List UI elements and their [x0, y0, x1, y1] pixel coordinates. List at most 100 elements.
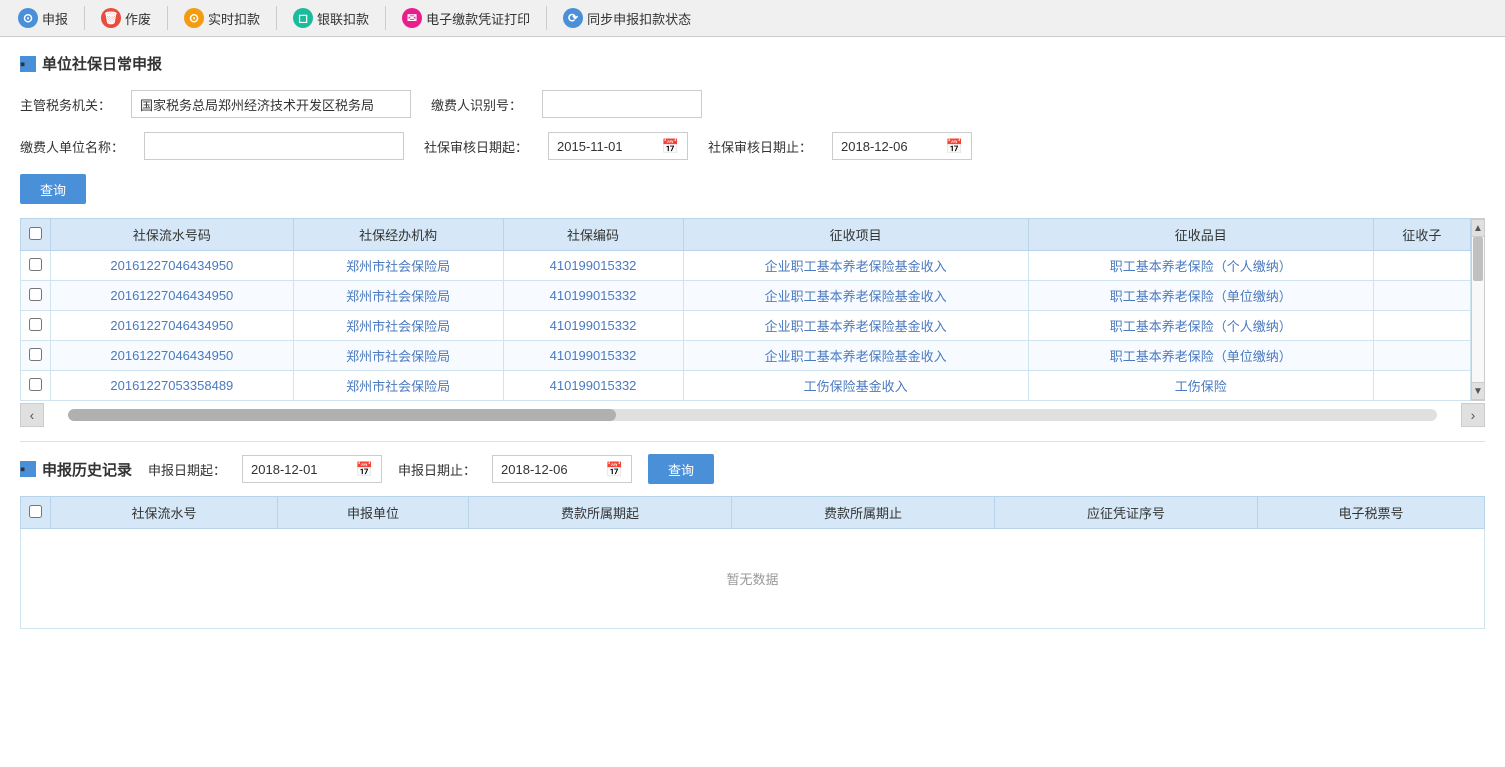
- v-scroll-thumb: [1473, 237, 1483, 281]
- toolbar-realtime[interactable]: ⊙ 实时扣款: [174, 4, 270, 32]
- row-levysub: [1373, 251, 1470, 281]
- row-levysub: [1373, 371, 1470, 401]
- taxpayer-name-label: 缴费人单位名称：: [20, 137, 124, 156]
- row-agency: 郑州市社会保险局: [293, 341, 503, 371]
- v-scroll-down-btn[interactable]: ▼: [1471, 382, 1485, 400]
- row-code: 410199015332: [503, 251, 683, 281]
- s2-select-all[interactable]: [29, 505, 42, 518]
- section1-title-icon: ▪: [20, 56, 36, 72]
- row-cb[interactable]: [21, 281, 51, 311]
- section1-v-scrollbar[interactable]: ▲ ▼: [1471, 218, 1485, 401]
- row-levycat: 工伤保险: [1028, 371, 1373, 401]
- row-levycat: 职工基本养老保险（单位缴纳）: [1028, 341, 1373, 371]
- divider-4: [385, 6, 386, 30]
- toolbar-apply[interactable]: ⊙ 申报: [8, 4, 78, 32]
- divider-3: [276, 6, 277, 30]
- form-row-2: 缴费人单位名称： 社保审核日期起： 2015-11-01 📅 社保审核日期止： …: [20, 132, 1485, 160]
- s2-col-period-from: 费款所属期起: [469, 497, 732, 529]
- taxpayer-id-input[interactable]: [542, 90, 702, 118]
- toolbar-realtime-label: 实时扣款: [208, 9, 260, 28]
- union-icon: ◻: [293, 8, 313, 28]
- toolbar-sync-label: 同步申报扣款状态: [587, 9, 691, 28]
- toolbar-discard-label: 作废: [125, 9, 151, 28]
- section2-header: ▪ 申报历史记录 申报日期起： 2018-12-01 📅 申报日期止： 2018…: [20, 454, 1485, 484]
- select-all-checkbox[interactable]: [29, 227, 42, 240]
- row-code: 410199015332: [503, 341, 683, 371]
- row-levycat: 职工基本养老保险（个人缴纳）: [1028, 251, 1373, 281]
- date-to-picker[interactable]: 2018-12-06 📅: [832, 132, 972, 160]
- col-header-flowno: 社保流水号码: [51, 219, 294, 251]
- s2-col-period-to: 费款所属期止: [732, 497, 995, 529]
- section1-table: 社保流水号码 社保经办机构 社保编码 征收项目 征收品目 征收子 2016122…: [20, 218, 1471, 401]
- row-code: 410199015332: [503, 281, 683, 311]
- s2-date-to-value: 2018-12-06: [501, 462, 568, 477]
- row-cb[interactable]: [21, 311, 51, 341]
- col-header-cb: [21, 219, 51, 251]
- row-levysub: [1373, 311, 1470, 341]
- row-agency: 郑州市社会保险局: [293, 281, 503, 311]
- s2-date-to-picker[interactable]: 2018-12-06 📅: [492, 455, 632, 483]
- table-row: 20161227046434950 郑州市社会保险局 410199015332 …: [21, 311, 1471, 341]
- col-header-levysub: 征收子: [1373, 219, 1470, 251]
- h-scrollbar[interactable]: [68, 409, 1437, 421]
- row-levyitem: 企业职工基本养老保险基金收入: [683, 341, 1028, 371]
- section2-title-icon: ▪: [20, 461, 36, 477]
- date-from-value: 2015-11-01: [557, 139, 623, 154]
- table-row: 20161227046434950 郑州市社会保险局 410199015332 …: [21, 341, 1471, 371]
- eprint-icon: ✉: [402, 8, 422, 28]
- row-code: 410199015332: [503, 371, 683, 401]
- section1-table-wrapper: 社保流水号码 社保经办机构 社保编码 征收项目 征收品目 征收子 2016122…: [20, 218, 1485, 401]
- row-levycat: 职工基本养老保险（个人缴纳）: [1028, 311, 1373, 341]
- section1-table-header: 社保流水号码 社保经办机构 社保编码 征收项目 征收品目 征收子: [21, 219, 1471, 251]
- table-row: 20161227046434950 郑州市社会保险局 410199015332 …: [21, 251, 1471, 281]
- table-row: 20161227053358489 郑州市社会保险局 410199015332 …: [21, 371, 1471, 401]
- section1-query-button[interactable]: 查询: [20, 174, 86, 204]
- col-header-code: 社保编码: [503, 219, 683, 251]
- tax-office-input[interactable]: [131, 90, 411, 118]
- toolbar-union[interactable]: ◻ 银联扣款: [283, 4, 379, 32]
- s2-date-from-icon: 📅: [356, 461, 373, 478]
- s2-date-from-value: 2018-12-01: [251, 462, 318, 477]
- toolbar-eprint[interactable]: ✉ 电子缴款凭证打印: [392, 4, 540, 32]
- row-cb[interactable]: [21, 371, 51, 401]
- row-cb[interactable]: [21, 251, 51, 281]
- separator: [20, 441, 1485, 442]
- divider-5: [546, 6, 547, 30]
- discard-icon: 🗑: [101, 8, 121, 28]
- s2-date-to-label: 申报日期止：: [398, 460, 476, 479]
- toolbar-eprint-label: 电子缴款凭证打印: [426, 9, 530, 28]
- toolbar-discard[interactable]: 🗑 作废: [91, 4, 161, 32]
- row-code: 410199015332: [503, 311, 683, 341]
- s2-col-eticket: 电子税票号: [1257, 497, 1484, 529]
- row-flowno: 20161227046434950: [51, 251, 294, 281]
- apply-icon: ⊙: [18, 8, 38, 28]
- row-flowno: 20161227046434950: [51, 281, 294, 311]
- section2-query-button[interactable]: 查询: [648, 454, 714, 484]
- section1-table-scroll[interactable]: 社保流水号码 社保经办机构 社保编码 征收项目 征收品目 征收子 2016122…: [20, 218, 1471, 401]
- v-scroll-up-btn[interactable]: ▲: [1471, 219, 1485, 237]
- toolbar-apply-label: 申报: [42, 9, 68, 28]
- section2: ▪ 申报历史记录 申报日期起： 2018-12-01 📅 申报日期止： 2018…: [20, 454, 1485, 629]
- section2-title: ▪ 申报历史记录: [20, 459, 132, 480]
- v-scroll-track: [1472, 237, 1484, 382]
- divider-1: [84, 6, 85, 30]
- s2-date-from-picker[interactable]: 2018-12-01 📅: [242, 455, 382, 483]
- scroll-right-btn[interactable]: ›: [1461, 403, 1485, 427]
- col-header-agency: 社保经办机构: [293, 219, 503, 251]
- row-cb[interactable]: [21, 341, 51, 371]
- section2-table-header: 社保流水号 申报单位 费款所属期起 费款所属期止 应征凭证序号 电子税票号: [21, 497, 1485, 529]
- s2-col-certno: 应征凭证序号: [994, 497, 1257, 529]
- row-levyitem: 企业职工基本养老保险基金收入: [683, 251, 1028, 281]
- no-data-text: 暂无数据: [726, 572, 778, 587]
- toolbar-union-label: 银联扣款: [317, 9, 369, 28]
- toolbar-sync[interactable]: ⟳ 同步申报扣款状态: [553, 4, 701, 32]
- taxpayer-name-input[interactable]: [144, 132, 404, 160]
- h-scroll-nav: ‹ ›: [20, 401, 1485, 429]
- divider-2: [167, 6, 168, 30]
- scroll-left-btn[interactable]: ‹: [20, 403, 44, 427]
- date-from-picker[interactable]: 2015-11-01 📅: [548, 132, 688, 160]
- toolbar: ⊙ 申报 🗑 作废 ⊙ 实时扣款 ◻ 银联扣款 ✉ 电子缴款凭证打印 ⟳ 同步申…: [0, 0, 1505, 37]
- h-scrollbar-thumb: [68, 409, 616, 421]
- s2-col-flowno: 社保流水号: [51, 497, 278, 529]
- no-data-cell: 暂无数据: [21, 529, 1485, 629]
